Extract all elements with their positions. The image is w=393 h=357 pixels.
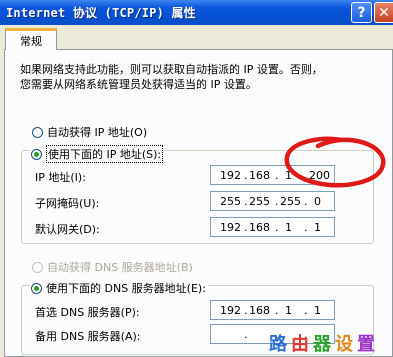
ip-octet-1: 192 bbox=[220, 169, 241, 182]
window-title: Internet 协议 (TCP/IP) 属性 bbox=[6, 6, 196, 20]
gw-octet-2: 168 bbox=[249, 221, 270, 234]
watermark-char: 路 bbox=[269, 334, 291, 355]
ip-auto-label: 自动获得 IP 地址(O) bbox=[47, 126, 148, 139]
dns1-octet-2: 168 bbox=[249, 304, 270, 317]
dns1-octet-3: 1 bbox=[285, 304, 292, 317]
description: 如果网络支持此功能，则可以获取自动指派的 IP 设置。否则， 您需要从网络系统管… bbox=[20, 62, 375, 92]
close-button[interactable]: ✕ bbox=[374, 2, 393, 23]
gateway-label: 默认网关(D): bbox=[35, 223, 100, 236]
tab-general-label: 常规 bbox=[20, 34, 42, 48]
watermark-char: 器 bbox=[313, 334, 335, 355]
dns-manual-radio[interactable] bbox=[31, 282, 42, 294]
dns-auto-option[interactable]: 自动获得 DNS 服务器地址(B) bbox=[32, 259, 193, 275]
preferred-dns-input[interactable]: 192 . 168 . 1 . 1 bbox=[210, 300, 335, 320]
dns-auto-radio[interactable] bbox=[32, 261, 43, 273]
tab-general[interactable]: 常规 bbox=[5, 28, 57, 50]
description-line-1: 如果网络支持此功能，则可以获取自动指派的 IP 设置。否则， bbox=[20, 63, 323, 76]
gw-octet-3: 1 bbox=[285, 221, 292, 234]
mask-octet-1: 255 bbox=[220, 195, 241, 208]
watermark-char: 置 bbox=[357, 334, 379, 355]
dns-manual-label: 使用下面的 DNS 服务器地址(E): bbox=[46, 282, 206, 295]
mask-octet-2: 255 bbox=[249, 195, 270, 208]
title-bar: Internet 协议 (TCP/IP) 属性 ? ✕ bbox=[0, 0, 393, 25]
description-line-2: 您需要从网络系统管理员处获得适当的 IP 设置。 bbox=[20, 78, 257, 91]
ip-manual-label: 使用下面的 IP 地址(S): bbox=[46, 145, 164, 163]
subnet-mask-label: 子网掩码(U): bbox=[35, 197, 100, 210]
help-icon: ? bbox=[357, 4, 366, 21]
alternate-dns-label: 备用 DNS 服务器(A): bbox=[35, 330, 141, 343]
mask-octet-3: 255 bbox=[280, 195, 301, 208]
ip-address-label: IP 地址(I): bbox=[35, 171, 86, 184]
close-icon: ✕ bbox=[378, 4, 390, 21]
gateway-input[interactable]: 192 . 168 . 1 . 1 bbox=[210, 217, 335, 237]
watermark-char: 由 bbox=[291, 334, 313, 355]
dns-auto-label: 自动获得 DNS 服务器地址(B) bbox=[47, 261, 193, 274]
dns1-octet-4: 1 bbox=[314, 304, 321, 317]
red-circle-annotation bbox=[284, 136, 386, 188]
preferred-dns-label: 首选 DNS 服务器(P): bbox=[35, 306, 140, 319]
mask-octet-4: 0 bbox=[314, 195, 321, 208]
ip-auto-option[interactable]: 自动获得 IP 地址(O) bbox=[32, 124, 147, 140]
dns1-octet-1: 192 bbox=[220, 304, 241, 317]
ip-manual-option[interactable]: 使用下面的 IP 地址(S): bbox=[30, 145, 166, 163]
gw-octet-4: 1 bbox=[314, 221, 321, 234]
watermark: 路由器设置 bbox=[269, 330, 379, 356]
watermark-char: 设 bbox=[335, 334, 357, 355]
gw-octet-1: 192 bbox=[220, 221, 241, 234]
help-button[interactable]: ? bbox=[351, 2, 372, 23]
ip-auto-radio[interactable] bbox=[32, 126, 43, 138]
ip-octet-2: 168 bbox=[249, 169, 270, 182]
ip-manual-radio[interactable] bbox=[31, 148, 42, 160]
dns-manual-option[interactable]: 使用下面的 DNS 服务器地址(E): bbox=[30, 280, 208, 296]
